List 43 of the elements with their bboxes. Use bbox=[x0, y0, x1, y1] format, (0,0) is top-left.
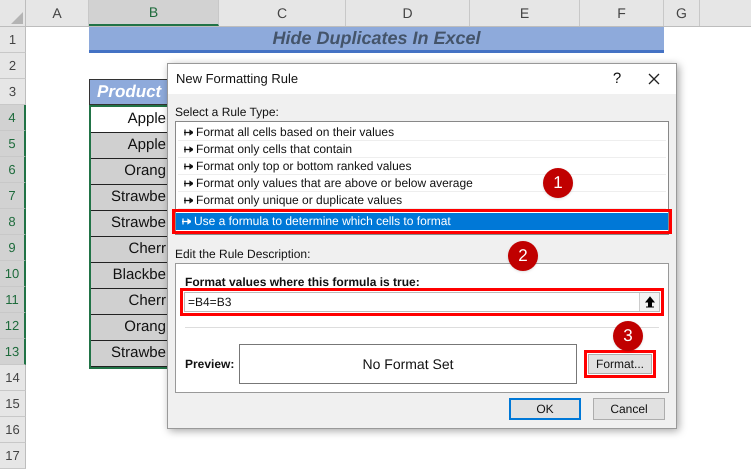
rule-type-item[interactable]: Format all cells based on their values bbox=[178, 124, 666, 141]
column-header[interactable]: E bbox=[470, 0, 580, 26]
row-header[interactable]: 17 bbox=[0, 443, 26, 469]
arrow-bullet-icon bbox=[182, 218, 191, 224]
row-header[interactable]: 12 bbox=[0, 313, 26, 339]
row-header[interactable]: 10 bbox=[0, 261, 26, 287]
column-header[interactable]: C bbox=[219, 0, 346, 26]
row-header[interactable]: 15 bbox=[0, 391, 26, 417]
row-header[interactable]: 4 bbox=[0, 105, 26, 131]
rule-type-item[interactable]: Use a formula to determine which cells to format bbox=[176, 213, 668, 230]
cancel-button[interactable]: Cancel bbox=[593, 398, 665, 420]
format-button[interactable]: Format... bbox=[588, 354, 652, 374]
ok-button[interactable]: OK bbox=[509, 398, 581, 420]
close-icon bbox=[648, 73, 660, 85]
row-header[interactable]: 16 bbox=[0, 417, 26, 443]
title-cell: Hide Duplicates In Excel bbox=[89, 27, 664, 53]
upload-arrow-icon bbox=[644, 296, 654, 308]
row-header[interactable]: 7 bbox=[0, 183, 26, 209]
row-header[interactable]: 14 bbox=[0, 365, 26, 391]
collapse-button[interactable] bbox=[639, 293, 659, 311]
formula-field[interactable]: =B4=B3 bbox=[184, 292, 660, 312]
arrow-bullet-icon bbox=[184, 162, 193, 170]
help-button[interactable]: ? bbox=[602, 68, 632, 90]
rule-type-list[interactable] bbox=[175, 121, 669, 235]
column-header[interactable]: G bbox=[664, 0, 700, 26]
arrow-bullet-icon bbox=[184, 146, 193, 152]
row-header[interactable]: 2 bbox=[0, 53, 26, 79]
row-header[interactable]: 6 bbox=[0, 157, 26, 183]
row-header[interactable]: 11 bbox=[0, 287, 26, 313]
row-header[interactable]: 13 bbox=[0, 339, 26, 365]
arrow-bullet-icon bbox=[184, 196, 193, 204]
row-header[interactable]: 9 bbox=[0, 235, 26, 261]
arrow-bullet-icon bbox=[184, 128, 193, 136]
column-header[interactable]: D bbox=[346, 0, 470, 26]
row-header[interactable]: 5 bbox=[0, 131, 26, 157]
column-header[interactable]: B bbox=[89, 0, 219, 26]
rule-type-item[interactable]: Format only cells that contain bbox=[178, 141, 666, 158]
column-header[interactable]: F bbox=[580, 0, 664, 26]
row-header[interactable]: 8 bbox=[0, 209, 26, 235]
preview-box: No Format Set bbox=[239, 344, 577, 384]
row-header[interactable]: 1 bbox=[0, 27, 26, 53]
step-marker: 2 bbox=[508, 241, 538, 271]
arrow-bullet-icon bbox=[184, 180, 193, 186]
